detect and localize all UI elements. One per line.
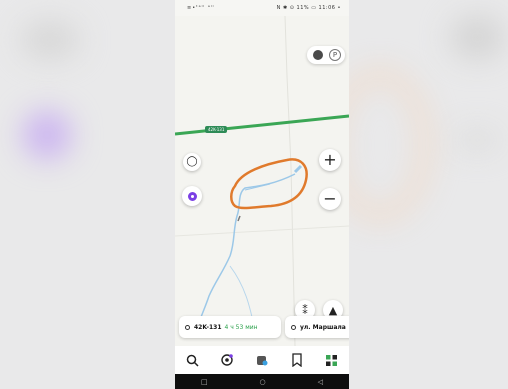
layers-toggle[interactable]: P (307, 46, 345, 64)
river-line (196, 173, 296, 329)
bottom-navigation (175, 346, 349, 374)
blurred-shape (20, 20, 80, 60)
bookmark-icon[interactable] (286, 349, 308, 371)
map-view[interactable]: 42K-131 P ◯ + − ⁑ ▲ 42K-131 4 ч 53 мин у… (175, 16, 349, 346)
location-pin-icon (185, 324, 190, 330)
route-name: 42K-131 (194, 323, 222, 331)
road-label: 42K-131 (205, 126, 228, 133)
routes-icon[interactable] (216, 349, 238, 371)
status-bar: ≡•ᵗᵃˡˡ ᵃˡˡ N ✱ ⊙ 11% ▭ 11:06 • (175, 0, 349, 16)
phone-screen: ≡•ᵗᵃˡˡ ᵃˡˡ N ✱ ⊙ 11% ▭ 11:06 • 42K-131 P… (175, 0, 349, 389)
layers-icon (313, 50, 323, 60)
highway-line (175, 114, 349, 136)
ride-icon[interactable] (251, 349, 273, 371)
route-card[interactable]: 42K-131 4 ч 53 мин (179, 316, 281, 338)
map-canvas (175, 16, 349, 346)
chat-bubble-icon: ◯ (186, 156, 198, 167)
status-signal: ≡•ᵗᵃˡˡ ᵃˡˡ (187, 5, 215, 11)
location-pin-icon (291, 324, 296, 330)
services-icon[interactable] (321, 349, 343, 371)
search-icon[interactable] (181, 349, 203, 371)
route-time: 4 ч 53 мин (224, 323, 258, 331)
recent-apps-button[interactable]: □ (201, 378, 208, 386)
alice-icon (187, 191, 197, 201)
alice-assistant-button[interactable] (182, 186, 202, 206)
route-name: ул. Маршала (300, 323, 346, 331)
zoom-in-button[interactable]: + (319, 149, 341, 171)
blurred-shape (22, 110, 72, 160)
parking-icon[interactable]: P (329, 49, 341, 61)
back-button[interactable]: ◁ (318, 378, 323, 386)
system-navigation-bar: □ ○ ◁ (175, 374, 349, 389)
route-card[interactable]: ул. Маршала (285, 316, 349, 338)
status-time: N ✱ ⊙ 11% ▭ 11:06 • (276, 5, 341, 11)
chat-button[interactable]: ◯ (183, 153, 201, 171)
blurred-shape (455, 130, 500, 150)
home-button[interactable]: ○ (260, 378, 266, 386)
blurred-shape (450, 15, 505, 60)
zoom-out-button[interactable]: − (319, 188, 341, 210)
